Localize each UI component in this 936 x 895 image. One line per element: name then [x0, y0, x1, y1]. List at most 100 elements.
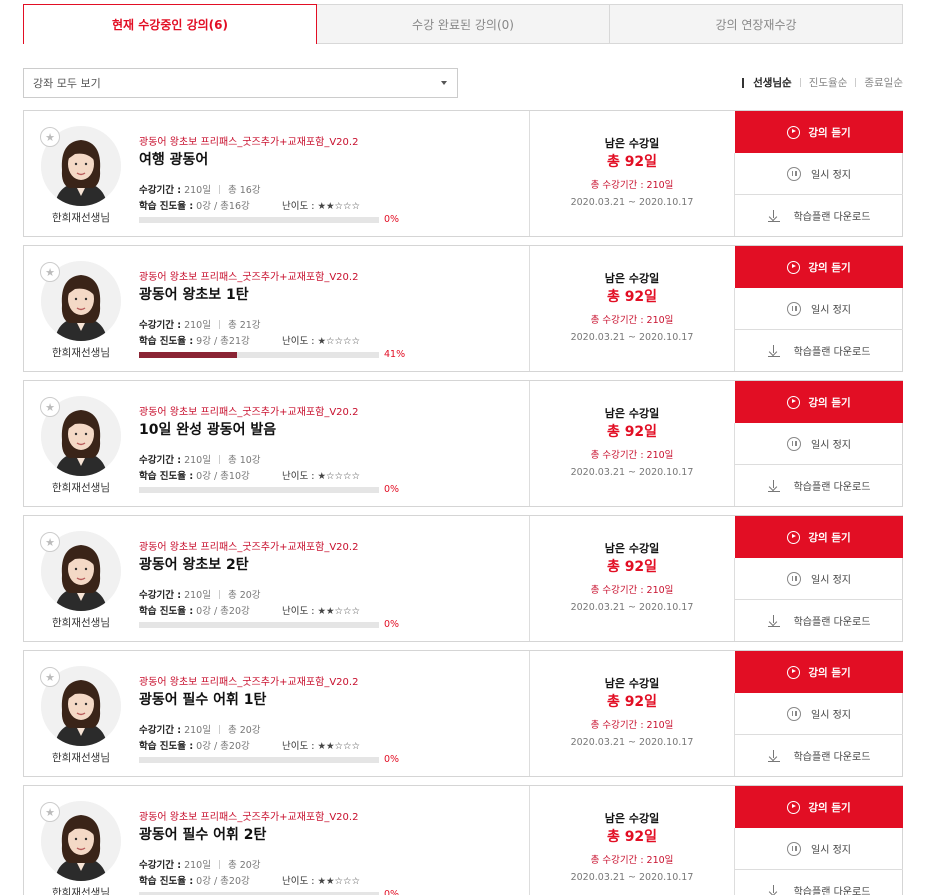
course-card: ★ 한희재선생님 광동어 왕초보 프리패스_굿즈추가+교재포함_V20.2 여행…: [23, 110, 903, 237]
pause-icon: [787, 166, 801, 181]
course-card: ★ 한희재선생님 광동어 왕초보 프리패스_굿즈추가+교재포함_V20.2 10…: [23, 380, 903, 507]
course-period-row: 수강기간 : 210일 총 10강: [139, 452, 261, 466]
sort-by-teacher[interactable]: 선생님순: [753, 75, 792, 90]
lecture-count: 총 10강: [227, 455, 261, 466]
course-card: ★ 한희재선생님 광동어 왕초보 프리패스_굿즈추가+교재포함_V20.2 광동…: [23, 245, 903, 372]
course-remaining: 남은 수강일 총 92일 총 수강기간 : 210일 2020.03.21 ~ …: [529, 786, 734, 895]
download-icon: [768, 884, 780, 895]
period-value: 210일: [184, 725, 211, 736]
difficulty-label: 난이도 :: [282, 336, 315, 347]
download-plan-button[interactable]: 학습플랜 다운로드: [734, 195, 903, 236]
total-period: 총 수강기간 : 210일: [590, 720, 674, 731]
sort-by-end-date[interactable]: 종료일순: [864, 75, 903, 90]
remaining-days-label: 남은 수강일: [604, 812, 660, 825]
pause-button[interactable]: 일시 정지: [734, 558, 903, 600]
pause-button[interactable]: 일시 정지: [734, 423, 903, 465]
play-icon: [787, 260, 801, 274]
period-label: 수강기간 :: [139, 185, 182, 196]
download-plan-button[interactable]: 학습플랜 다운로드: [734, 330, 903, 371]
pause-label: 일시 정지: [811, 440, 851, 451]
course-title[interactable]: 광동어 필수 어휘 2탄: [139, 824, 266, 844]
download-icon: [767, 749, 780, 762]
period-value: 210일: [184, 860, 211, 871]
pause-button[interactable]: 일시 정지: [734, 693, 903, 735]
favorite-star-icon[interactable]: ★: [40, 667, 60, 687]
tab-extend-courses[interactable]: 강의 연장재수강: [610, 4, 903, 44]
play-lecture-label: 강의 듣기: [808, 801, 851, 814]
remaining-days-value: 총 92일: [606, 694, 658, 710]
period-value: 210일: [184, 185, 211, 196]
difficulty-stars: ★★☆☆☆: [317, 606, 361, 617]
tab-current-courses[interactable]: 현재 수강중인 강의(6): [23, 4, 317, 44]
course-title[interactable]: 광동어 필수 어휘 1탄: [139, 689, 266, 709]
course-remaining: 남은 수강일 총 92일 총 수강기간 : 210일 2020.03.21 ~ …: [529, 381, 734, 506]
progress-label: 학습 진도율 :: [139, 606, 194, 617]
download-plan-button[interactable]: 학습플랜 다운로드: [734, 735, 903, 776]
lecture-count: 총 16강: [227, 185, 261, 196]
download-icon: [767, 209, 780, 222]
course-title[interactable]: 10일 완성 광동어 발음: [139, 419, 276, 439]
sort-options: 선생님순 진도율순 종료일순: [742, 75, 903, 90]
course-period-row: 수강기간 : 210일 총 20강: [139, 722, 261, 736]
period-value: 210일: [184, 455, 211, 466]
play-lecture-button[interactable]: 강의 듣기: [735, 786, 903, 828]
download-plan-label: 학습플랜 다운로드: [793, 617, 871, 628]
difficulty-stars: ★★☆☆☆: [317, 876, 361, 887]
progress-row: 학습 진도율 : 0강 / 총10강: [139, 468, 250, 482]
download-plan-button[interactable]: 학습플랜 다운로드: [734, 870, 903, 895]
divider: [218, 724, 220, 734]
progress-percent: 41%: [384, 349, 406, 360]
divider: [218, 184, 220, 194]
play-lecture-button[interactable]: 강의 듣기: [735, 516, 903, 558]
period-label: 수강기간 :: [139, 455, 182, 466]
favorite-star-icon[interactable]: ★: [40, 127, 60, 147]
remaining-days-label: 남은 수강일: [604, 677, 660, 690]
pause-button[interactable]: 일시 정지: [734, 288, 903, 330]
remaining-days-value: 총 92일: [606, 559, 658, 575]
total-period: 총 수강기간 : 210일: [590, 180, 674, 191]
lecture-count: 총 21강: [227, 320, 261, 331]
play-lecture-button[interactable]: 강의 듣기: [735, 651, 903, 693]
teacher-name: 한희재선생님: [52, 887, 110, 895]
download-plan-label: 학습플랜 다운로드: [793, 887, 871, 895]
course-tabs: 현재 수강중인 강의(6) 수강 완료된 강의(0) 강의 연장재수강: [23, 4, 903, 44]
course-actions: 강의 듣기 일시 정지 학습플랜 다운로드: [734, 246, 903, 371]
pause-label: 일시 정지: [811, 845, 851, 856]
course-title[interactable]: 광동어 왕초보 2탄: [139, 554, 249, 574]
sort-by-progress[interactable]: 진도율순: [809, 75, 848, 90]
download-plan-button[interactable]: 학습플랜 다운로드: [734, 465, 903, 506]
favorite-star-icon[interactable]: ★: [40, 397, 60, 417]
progress-row: 학습 진도율 : 0강 / 총20강: [139, 873, 250, 887]
play-lecture-label: 강의 듣기: [808, 531, 851, 544]
course-series: 광동어 왕초보 프리패스_굿즈추가+교재포함_V20.2: [139, 542, 359, 553]
course-actions: 강의 듣기 일시 정지 학습플랜 다운로드: [734, 516, 903, 641]
course-title[interactable]: 광동어 왕초보 1탄: [139, 284, 249, 304]
total-period: 총 수강기간 : 210일: [590, 585, 674, 596]
play-lecture-label: 강의 듣기: [808, 666, 851, 679]
divider: [218, 859, 220, 869]
favorite-star-icon[interactable]: ★: [40, 262, 60, 282]
course-filter-select[interactable]: 강좌 모두 보기: [23, 68, 458, 98]
total-period: 총 수강기간 : 210일: [590, 855, 674, 866]
favorite-star-icon[interactable]: ★: [40, 802, 60, 822]
divider: [218, 589, 220, 599]
course-dates: 2020.03.21 ~ 2020.10.17: [570, 467, 694, 478]
total-period: 총 수강기간 : 210일: [590, 450, 674, 461]
course-dates: 2020.03.21 ~ 2020.10.17: [570, 602, 694, 613]
course-remaining: 남은 수강일 총 92일 총 수강기간 : 210일 2020.03.21 ~ …: [529, 246, 734, 371]
difficulty-row: 난이도 : ★☆☆☆☆: [282, 468, 360, 482]
progress-bar: [139, 217, 379, 223]
sort-divider: [799, 78, 801, 87]
play-lecture-button[interactable]: 강의 듣기: [735, 381, 903, 423]
tab-completed-courses[interactable]: 수강 완료된 강의(0): [317, 4, 610, 44]
pause-button[interactable]: 일시 정지: [734, 153, 903, 195]
course-title[interactable]: 여행 광동어: [139, 149, 208, 169]
download-plan-button[interactable]: 학습플랜 다운로드: [734, 600, 903, 641]
progress-bar: [139, 757, 379, 763]
pause-button[interactable]: 일시 정지: [734, 828, 903, 870]
progress-label: 학습 진도율 :: [139, 741, 194, 752]
favorite-star-icon[interactable]: ★: [40, 532, 60, 552]
play-lecture-button[interactable]: 강의 듣기: [735, 246, 903, 288]
course-card: ★ 한희재선생님 광동어 왕초보 프리패스_굿즈추가+교재포함_V20.2 광동…: [23, 785, 903, 895]
play-lecture-button[interactable]: 강의 듣기: [735, 111, 903, 153]
